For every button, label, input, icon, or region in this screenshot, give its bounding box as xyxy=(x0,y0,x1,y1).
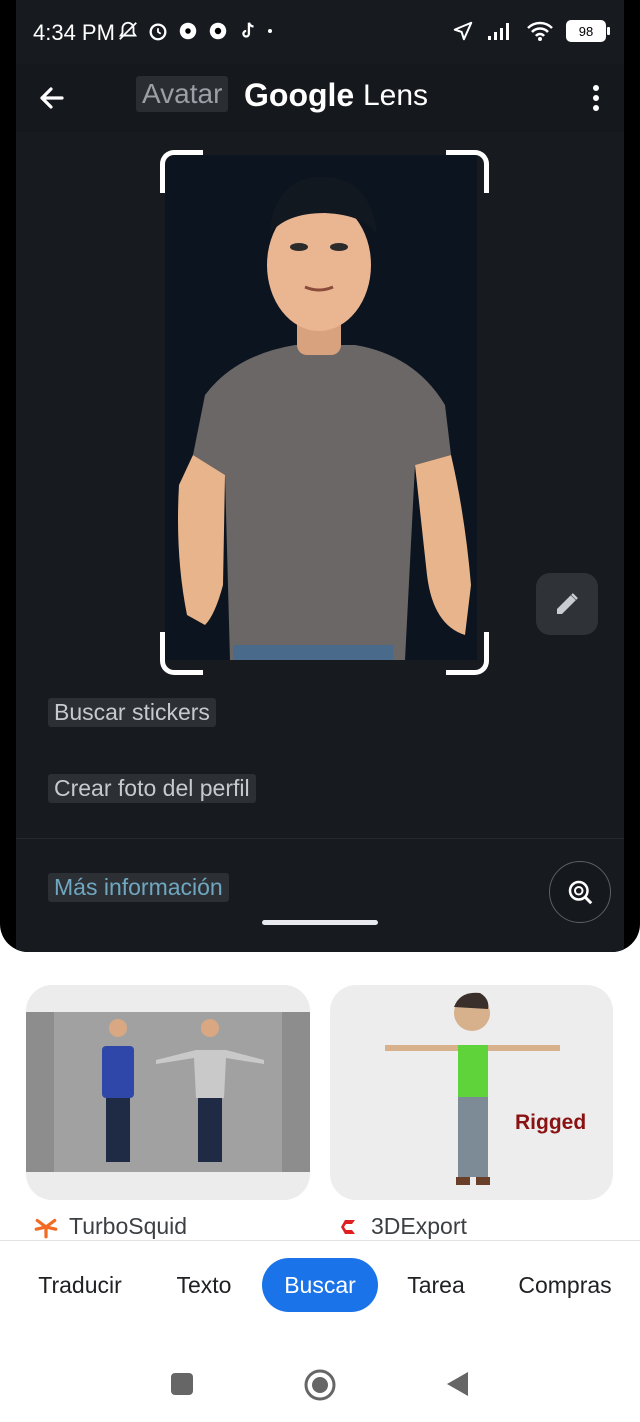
more-info-link[interactable]: Más información xyxy=(48,873,229,902)
sheet-drag-handle[interactable] xyxy=(262,920,378,925)
create-profile-photo-action[interactable]: Crear foto del perfil xyxy=(48,774,256,803)
result-image xyxy=(385,992,560,1185)
mode-tabs: Traducir Texto Buscar Tarea Compras xyxy=(0,1258,640,1314)
more-options-icon[interactable] xyxy=(584,80,608,116)
dot-icon xyxy=(268,29,272,33)
tiktok-icon xyxy=(242,22,254,38)
recents-square-icon[interactable] xyxy=(170,1372,194,1396)
system-nav-bar xyxy=(0,1356,640,1412)
result-source-name: TurboSquid xyxy=(69,1213,188,1239)
avatar-figure xyxy=(178,176,471,660)
3dexport-logo-icon xyxy=(341,1219,355,1234)
result-card[interactable] xyxy=(26,985,310,1200)
tab-buscar[interactable]: Buscar xyxy=(262,1258,378,1312)
notification-icons xyxy=(117,20,273,42)
result-source[interactable]: 3DExport xyxy=(337,1213,467,1240)
tab-tarea[interactable]: Tarea xyxy=(394,1258,478,1312)
turbosquid-logo-icon xyxy=(34,1218,58,1238)
alarm-icon xyxy=(149,23,167,41)
bell-off-icon xyxy=(118,21,138,40)
app-title-product: Lens xyxy=(363,79,429,112)
result-image-caption: Rigged xyxy=(515,1111,587,1134)
tab-traducir[interactable]: Traducir xyxy=(24,1258,136,1312)
wifi-icon xyxy=(527,21,553,41)
location-arrow-icon xyxy=(453,21,473,41)
divider xyxy=(0,1240,640,1241)
app-title-brand: Google xyxy=(244,77,355,113)
back-arrow-icon[interactable] xyxy=(32,78,72,118)
search-query-chip[interactable]: Avatar xyxy=(136,76,229,112)
characters-figure xyxy=(102,1019,264,1162)
crop-corner-bottom-left[interactable] xyxy=(160,632,203,675)
image-search-icon xyxy=(568,880,593,905)
home-circle-icon[interactable] xyxy=(303,1368,337,1402)
status-bar: 4:34 PM 98 xyxy=(0,0,640,64)
app-bar: Avatar Google Lens xyxy=(16,64,624,132)
crop-corner-bottom-right[interactable] xyxy=(446,632,489,675)
edit-button[interactable] xyxy=(536,573,598,635)
signal-icon xyxy=(488,23,509,40)
divider xyxy=(16,838,624,839)
soccer-icon xyxy=(179,22,197,40)
captured-image[interactable] xyxy=(165,155,477,660)
result-source-name: 3DExport xyxy=(371,1213,467,1239)
lens-search-button[interactable] xyxy=(549,861,611,923)
battery-icon: 98 xyxy=(566,20,610,42)
back-triangle-icon[interactable] xyxy=(444,1370,470,1398)
crop-corner-top-left[interactable] xyxy=(160,150,203,193)
chrome-icon xyxy=(209,22,227,40)
crop-corner-top-right[interactable] xyxy=(446,150,489,193)
tab-texto[interactable]: Texto xyxy=(160,1258,248,1312)
result-source[interactable]: TurboSquid xyxy=(33,1213,187,1240)
status-time: 4:34 PM xyxy=(33,20,115,45)
pencil-icon xyxy=(557,593,578,614)
system-icons: 98 xyxy=(452,20,610,42)
result-image xyxy=(26,1012,310,1172)
result-card[interactable]: Rigged xyxy=(330,985,613,1200)
tab-compras[interactable]: Compras xyxy=(506,1258,624,1312)
search-stickers-action[interactable]: Buscar stickers xyxy=(48,698,216,727)
